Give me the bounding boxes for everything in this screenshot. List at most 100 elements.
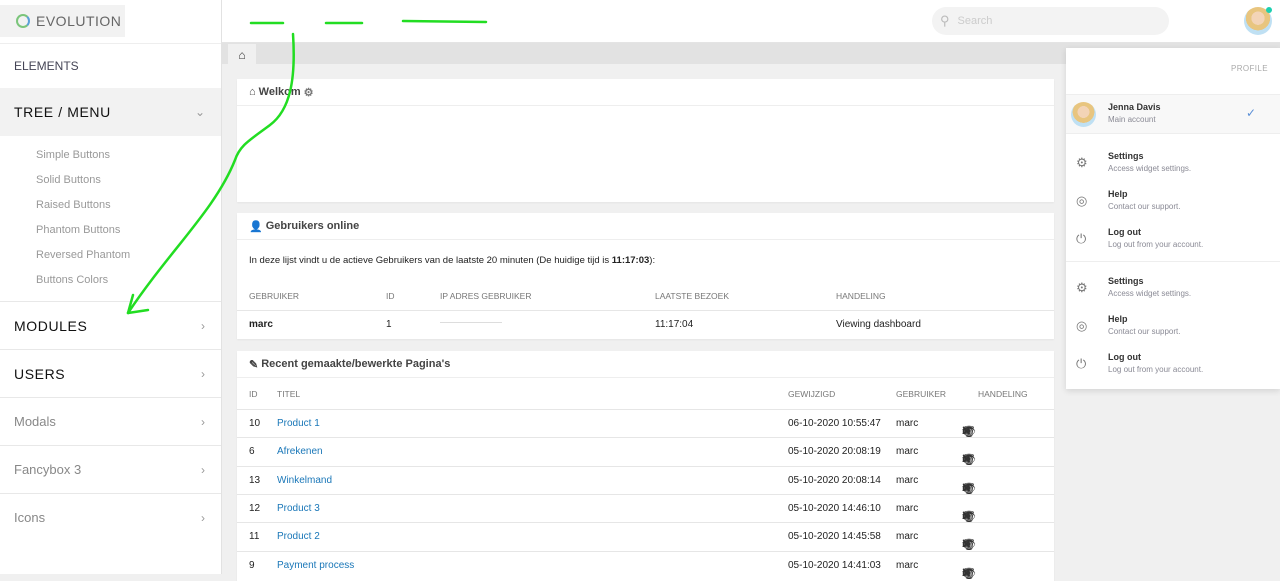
page-title-link[interactable]: Payment process [277, 560, 354, 571]
page-title-link[interactable]: Afrekenen [277, 446, 323, 457]
user-icon: 👤 [249, 220, 263, 233]
welcome-panel: ⌂ Welkom ⚙ [237, 79, 1054, 202]
edit-icon: ✎ [249, 358, 259, 371]
cell-id: 11 [249, 531, 260, 543]
cell-id: 9 [249, 559, 255, 571]
panel-header: 👤 Gebruikers online [237, 213, 1054, 240]
cell-ip-redacted [440, 321, 502, 323]
column-header: ID [249, 389, 258, 399]
eye-icon[interactable]: 👁 [962, 482, 976, 495]
panel-header: ⌂ Welkom ⚙ [237, 79, 1054, 106]
sidebar-item-icons[interactable]: Icons › [0, 493, 221, 541]
cell-user: marc [896, 474, 919, 486]
label: Icons [14, 510, 46, 525]
page-title-link[interactable]: Product 3 [277, 503, 320, 514]
eye-icon[interactable]: 👁 [962, 538, 976, 551]
sidebar-item-modules[interactable]: MODULES › [0, 301, 221, 349]
gear-icon[interactable]: ⚙ [304, 86, 314, 99]
label: MODULES [14, 317, 88, 334]
table-row: 9 Payment process 05-10-2020 14:41:03 ma… [237, 550, 1054, 580]
sidebar-subitem[interactable]: Phantom Buttons [36, 224, 120, 236]
panel-header: ✎ Recent gemaakte/bewerkte Pagina's [237, 351, 1054, 378]
sidebar-item-fancybox[interactable]: Fancybox 3 › [0, 445, 221, 493]
logo[interactable]: EVOLUTION [0, 5, 125, 37]
page-title-link[interactable]: Product 2 [277, 531, 320, 542]
sidebar-item-modals[interactable]: Modals › [0, 397, 221, 445]
table-row: 11 Product 2 05-10-2020 14:45:58 marc ✎ ✖… [237, 522, 1054, 551]
tab-home[interactable]: ⌂ [228, 44, 256, 65]
profile-menu-item[interactable]: ⚙ Settings Access widget settings. [1066, 147, 1280, 183]
lifebuoy-icon: ◎ [1076, 318, 1088, 333]
cell-date: 06-10-2020 10:55:47 [788, 418, 881, 429]
online-status-dot [1266, 7, 1272, 13]
column-header: GEBRUIKER [896, 389, 947, 399]
item-desc: Access widget settings. [1108, 164, 1192, 173]
cell-user: marc [249, 319, 273, 330]
account-row[interactable]: Jenna Davis Main account ✓ [1066, 94, 1280, 134]
sidebar: EVOLUTION ELEMENTS TREE / MENU ⌄ Simple B… [0, 0, 222, 574]
current-time: 11:17:03 [611, 255, 650, 266]
item-desc: Contact our support. [1108, 327, 1181, 336]
eye-icon[interactable]: 👁 [962, 510, 976, 523]
cell-id: 6 [249, 446, 255, 458]
sidebar-subitem[interactable]: Buttons Colors [36, 274, 108, 286]
search-input[interactable]: ⚲ Search [932, 7, 1169, 35]
search-icon: ⚲ [940, 13, 950, 28]
panel-title: Welkom [258, 86, 301, 98]
eye-icon[interactable]: 👁 [962, 425, 976, 438]
intro-text: In deze lijst vindt u de actieve Gebruik… [249, 255, 612, 266]
column-header: TITEL [277, 389, 301, 399]
sidebar-subitem[interactable]: Reversed Phantom [36, 249, 130, 261]
cell-user: marc [896, 446, 919, 458]
cell-date: 05-10-2020 14:45:58 [788, 531, 881, 543]
label: TREE / MENU [14, 104, 111, 120]
label: Modals [14, 414, 56, 429]
chevron-right-icon: › [201, 366, 205, 381]
table-row: 13 Winkelmand 05-10-2020 20:08:14 marc ✎… [237, 465, 1054, 495]
profile-menu-item[interactable]: ⏻ Log out Log out from your account. [1066, 348, 1280, 384]
sidebar-subitem[interactable]: Solid Buttons [36, 174, 101, 186]
cell-action: Viewing dashboard [836, 319, 921, 330]
lifebuoy-icon: ◎ [1076, 193, 1088, 208]
home-icon: ⌂ [238, 47, 246, 62]
sidebar-item-users[interactable]: USERS › [0, 349, 221, 397]
chevron-right-icon: › [201, 414, 205, 429]
eye-icon[interactable]: 👁 [962, 567, 976, 580]
chevron-right-icon: › [201, 318, 205, 333]
sidebar-item-tree-menu[interactable]: TREE / MENU ⌄ [0, 88, 221, 136]
gear-icon: ⚙ [1076, 280, 1088, 295]
sidebar-item-elements[interactable]: ELEMENTS [0, 43, 221, 88]
cell-user: marc [896, 418, 919, 429]
column-header: LAATSTE BEZOEK [655, 291, 730, 301]
column-header: GEWIJZIGD [788, 389, 836, 399]
cell-id: 12 [249, 502, 261, 514]
cell-date: 05-10-2020 20:08:19 [788, 446, 881, 458]
eye-icon[interactable]: 👁 [962, 453, 976, 466]
label: ELEMENTS [14, 59, 79, 73]
sidebar-subitem[interactable]: Raised Buttons [36, 199, 111, 211]
gear-icon: ⚙ [1076, 155, 1088, 170]
profile-menu-item[interactable]: ⏻ Log out Log out from your account. [1066, 223, 1280, 259]
profile-menu-item[interactable]: ◎ Help Contact our support. [1066, 310, 1280, 346]
table-row: 10 Product 1 06-10-2020 10:55:47 marc ✎ ✖… [237, 409, 1054, 438]
cell-id: 13 [249, 474, 261, 486]
account-name: Jenna Davis [1108, 102, 1161, 112]
account-type: Main account [1108, 115, 1156, 124]
cell-date: 05-10-2020 20:08:14 [788, 474, 881, 486]
page-title-link[interactable]: Product 1 [277, 418, 320, 429]
label: Fancybox 3 [14, 462, 82, 477]
logo-ring-icon [16, 14, 30, 28]
item-title: Help [1108, 189, 1128, 199]
item-title: Settings [1108, 151, 1144, 161]
profile-menu-item[interactable]: ⚙ Settings Access widget settings. [1066, 272, 1280, 308]
page-title-link[interactable]: Winkelmand [277, 475, 332, 486]
profile-dropdown: PROFILE Jenna Davis Main account ✓ ⚙ Sett… [1066, 48, 1280, 389]
brand-name: EVOLUTION [36, 13, 122, 29]
profile-menu-item[interactable]: ◎ Help Contact our support. [1066, 185, 1280, 221]
cell-user: marc [896, 531, 919, 543]
item-desc: Access widget settings. [1108, 289, 1192, 298]
cell-user: marc [896, 559, 919, 571]
sidebar-subitem[interactable]: Simple Buttons [36, 149, 110, 161]
profile-heading: PROFILE [1230, 64, 1268, 73]
chevron-right-icon: › [201, 510, 205, 525]
